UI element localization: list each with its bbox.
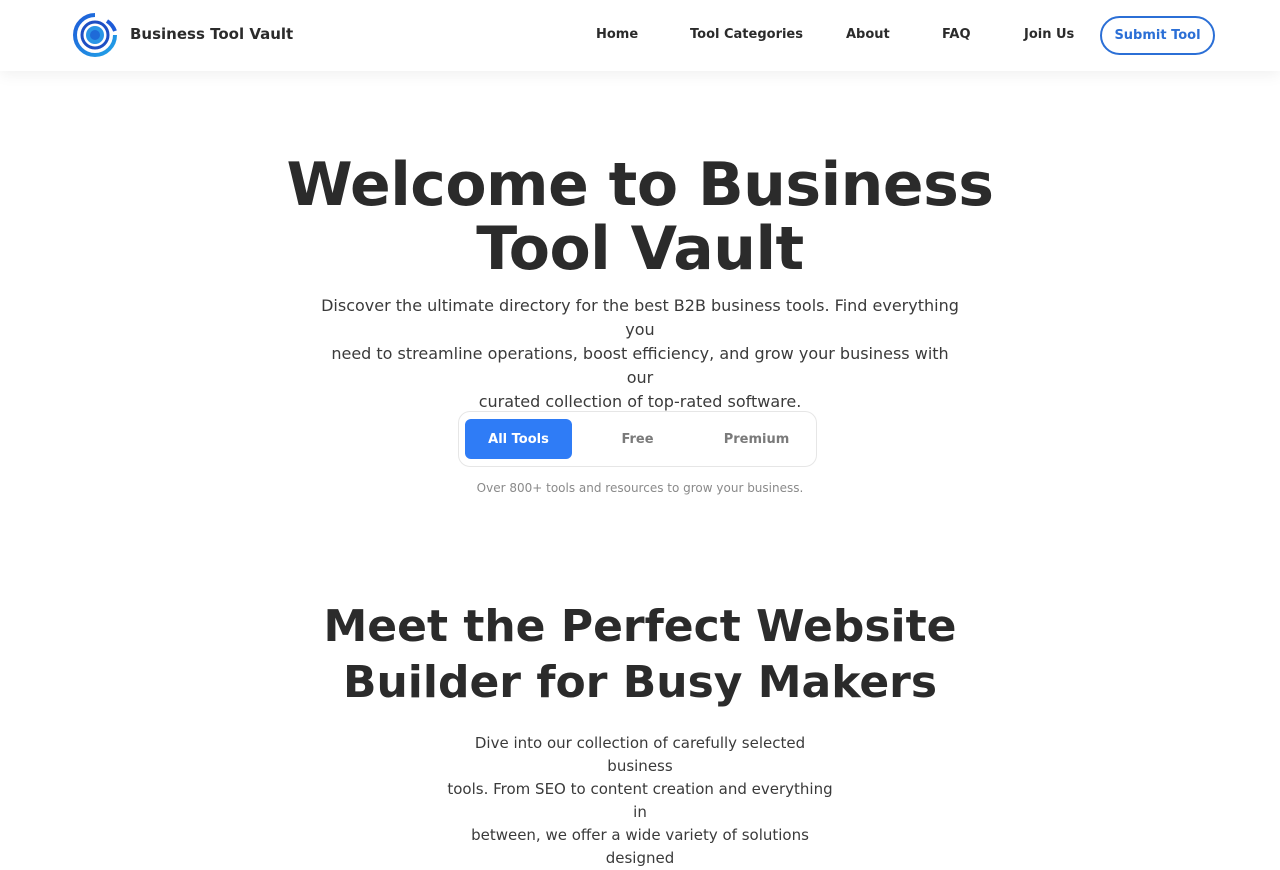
section-title-line: Meet the Perfect Website: [323, 601, 957, 652]
section-description-line: between, we offer a wide variety of solu…: [471, 826, 809, 867]
tool-filter-toggle: All Tools Free Premium: [458, 411, 817, 467]
hero-description-line: Discover the ultimate directory for the …: [321, 296, 959, 339]
section-description-line: Dive into our collection of carefully se…: [474, 734, 806, 775]
nav-tool-categories[interactable]: Tool Categories: [690, 27, 803, 42]
section-title: Meet the Perfect Website Builder for Bus…: [290, 599, 990, 711]
filter-free-button[interactable]: Free: [584, 419, 691, 459]
hero-title-line: Welcome to Business: [286, 150, 994, 220]
submit-tool-button[interactable]: Submit Tool: [1100, 16, 1215, 55]
hero-title: Welcome to Business Tool Vault: [240, 153, 1040, 281]
hero-description: Discover the ultimate directory for the …: [320, 294, 960, 414]
section-title-line: Builder for Busy Makers: [342, 657, 938, 708]
nav-home[interactable]: Home: [596, 27, 638, 42]
nav-about[interactable]: About: [846, 27, 890, 42]
nav-faq[interactable]: FAQ: [942, 27, 971, 42]
hero-title-line: Tool Vault: [476, 214, 804, 284]
hero-description-line: need to streamline operations, boost eff…: [331, 344, 949, 387]
brand-name[interactable]: Business Tool Vault: [130, 25, 293, 43]
logo-icon[interactable]: [73, 13, 117, 57]
nav-join-us[interactable]: Join Us: [1024, 27, 1074, 42]
filter-all-tools-button[interactable]: All Tools: [465, 419, 572, 459]
section-description: Dive into our collection of carefully se…: [440, 732, 840, 870]
filter-premium-button[interactable]: Premium: [703, 419, 810, 459]
site-header: Business Tool Vault Home Tool Categories…: [0, 0, 1280, 71]
tool-count-text: Over 800+ tools and resources to grow yo…: [476, 481, 804, 495]
section-description-line: tools. From SEO to content creation and …: [447, 780, 833, 821]
